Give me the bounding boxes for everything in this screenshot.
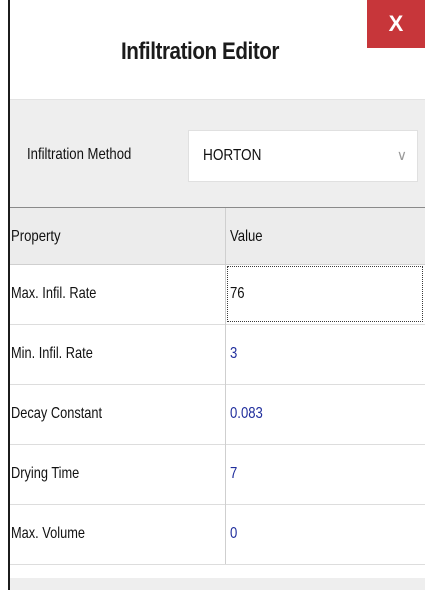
infiltration-method-label: Infiltration Method: [27, 146, 132, 163]
table-row: Max. Infil. Rate 76: [10, 265, 425, 325]
infiltration-editor-window: Infiltration Editor X Infiltration Metho…: [0, 0, 425, 590]
value-cell[interactable]: 7: [230, 465, 237, 483]
infiltration-method-dropdown[interactable]: HORTON ∨: [188, 130, 418, 182]
header-column-divider: [225, 208, 226, 264]
value-column-divider: [225, 265, 226, 564]
infiltration-method-value: HORTON: [203, 147, 262, 164]
table-row: Drying Time 7: [10, 445, 425, 505]
property-grid: Property Value Max. Infil. Rate 76 Min. …: [10, 207, 425, 579]
property-cell: Min. Infil. Rate: [11, 345, 93, 362]
title-bar: Infiltration Editor: [10, 0, 425, 100]
close-button[interactable]: X: [367, 0, 425, 48]
close-icon: X: [388, 11, 404, 36]
cell-focus-box: [227, 266, 423, 322]
property-cell: Max. Volume: [11, 525, 85, 542]
window-left-border: [8, 0, 10, 590]
value-cell[interactable]: 0.083: [230, 405, 263, 423]
grid-header: Property Value: [10, 208, 425, 265]
table-row: Decay Constant 0.083: [10, 385, 425, 445]
value-cell[interactable]: 0: [230, 525, 237, 543]
table-row: Max. Volume 0: [10, 505, 425, 565]
property-cell: Decay Constant: [11, 405, 103, 422]
value-cell[interactable]: 3: [230, 345, 237, 363]
value-column-header[interactable]: Value: [230, 228, 263, 246]
window-title: Infiltration Editor: [120, 38, 280, 65]
chevron-down-icon: ∨: [396, 147, 407, 163]
dialog-bottom-strip: [10, 578, 425, 590]
property-cell: Max. Infil. Rate: [11, 285, 97, 302]
property-cell: Drying Time: [11, 465, 80, 482]
table-row: Min. Infil. Rate 3: [10, 325, 425, 385]
property-column-header[interactable]: Property: [11, 228, 61, 246]
value-cell-input[interactable]: 76: [230, 285, 245, 303]
